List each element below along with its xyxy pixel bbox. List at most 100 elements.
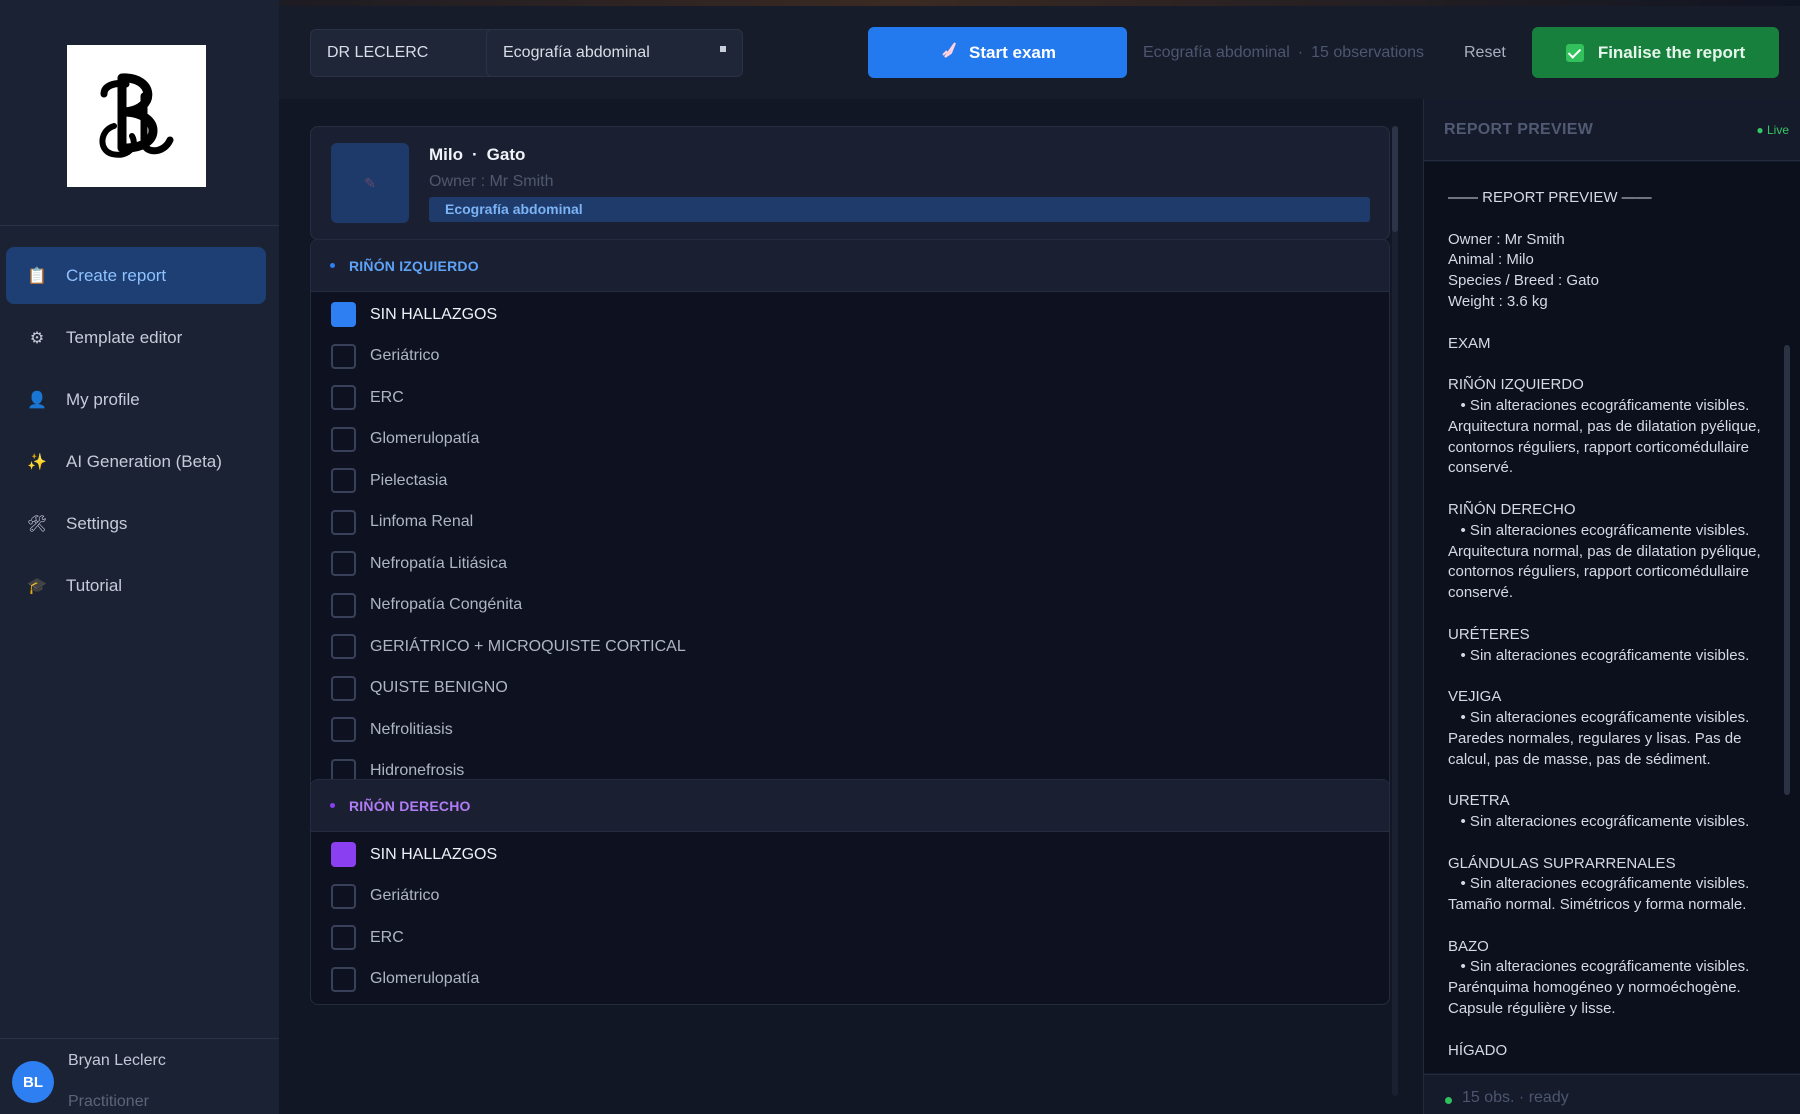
top-toolbar: DR LECLERC Ecografía abdominal Start exa… xyxy=(279,6,1800,99)
user-card[interactable]: BL Bryan Leclerc Practitioner xyxy=(0,1038,279,1114)
preview-title: REPORT PREVIEW xyxy=(1444,121,1594,138)
observation-checkbox[interactable] xyxy=(331,426,356,452)
observations-panel[interactable]: ✎ Milo · Gato Owner : Mr Smith Ecografía a… xyxy=(279,99,1423,1114)
tools-icon: 🛠 xyxy=(26,515,48,533)
rocket-icon xyxy=(939,41,957,64)
gear-icon: ⚙ xyxy=(29,329,45,347)
section-header[interactable]: RIÑÓN DERECHO xyxy=(311,780,1389,832)
observation-label: Nefrolitiasis xyxy=(370,720,453,738)
pet-owner: Owner : Mr Smith xyxy=(429,173,554,190)
observation-item[interactable]: Geriátrico xyxy=(311,876,1389,918)
status-separator: · xyxy=(1297,44,1304,61)
title-separator: · xyxy=(472,145,478,164)
sidebar-item-create-report[interactable]: 📋 Create report xyxy=(6,247,266,304)
sidebar-item-my-profile[interactable]: 👤 My profile xyxy=(6,371,266,428)
observation-checkbox[interactable] xyxy=(331,634,356,660)
preview-body[interactable]: —— REPORT PREVIEW —— Owner : Mr Smith An… xyxy=(1424,162,1800,1073)
user-role: Practitioner xyxy=(68,1093,149,1110)
observation-label: SIN HALLAZGOS xyxy=(370,305,498,323)
report-preview-panel: REPORT PREVIEW ● Live —— REPORT PREVIEW … xyxy=(1423,99,1800,1114)
observation-checkbox[interactable] xyxy=(331,302,356,328)
finalise-report-label: Finalise the report xyxy=(1597,42,1746,62)
exam-select[interactable]: Ecografía abdominal xyxy=(486,29,743,77)
observation-item[interactable]: Linfoma Renal xyxy=(311,502,1389,544)
observation-list: SIN HALLAZGOS Geriátrico ERC Glomerulopatía xyxy=(311,832,1389,1004)
observation-item[interactable]: QUISTE BENIGNO xyxy=(311,668,1389,710)
exam-type-badge: Ecografía abdominal xyxy=(429,197,1370,222)
observation-label: ERC xyxy=(370,928,404,946)
observation-checkbox[interactable] xyxy=(331,842,356,868)
main-scrollbar-track[interactable] xyxy=(1392,126,1398,1096)
sidebar-item-ai-generation-beta[interactable]: ✨ AI Generation (Beta) xyxy=(6,433,266,490)
observation-list: SIN HALLAZGOS Geriátrico ERC Glomerulopatía… xyxy=(311,292,1389,838)
sidebar-item-label: Template editor xyxy=(66,327,183,347)
observation-checkbox[interactable] xyxy=(331,675,356,701)
patient-title: Milo · Gato xyxy=(429,145,525,165)
brand-logo[interactable] xyxy=(67,45,206,187)
observation-label: Geriátrico xyxy=(370,347,440,365)
sidebar-item-template-editor[interactable]: ⚙ Template editor xyxy=(6,309,266,366)
report-preview-text: —— REPORT PREVIEW —— Owner : Mr Smith An… xyxy=(1448,189,1761,1059)
observation-label: Hidronefrosis xyxy=(370,762,465,780)
preview-footer: 15 obs. · ready xyxy=(1424,1074,1800,1114)
observation-item[interactable]: ERC xyxy=(311,377,1389,419)
section-title: RIÑÓN DERECHO xyxy=(349,797,471,814)
sidebar-item-settings[interactable]: 🛠 Settings xyxy=(6,495,266,552)
observation-item[interactable]: ERC xyxy=(311,917,1389,959)
observation-item[interactable]: Glomerulopatía xyxy=(311,419,1389,461)
finalise-report-button[interactable]: Finalise the report xyxy=(1532,27,1779,78)
observation-checkbox[interactable] xyxy=(331,468,356,494)
observation-item[interactable]: Geriátrico xyxy=(311,336,1389,378)
observation-item[interactable]: Pielectasia xyxy=(311,460,1389,502)
section-header[interactable]: RIÑÓN IZQUIERDO xyxy=(311,240,1389,292)
preview-scrollbar-thumb[interactable] xyxy=(1784,345,1790,795)
section-bullet-icon xyxy=(330,263,335,268)
observation-item[interactable]: SIN HALLAZGOS xyxy=(311,834,1389,876)
sidebar-item-label: My profile xyxy=(66,389,140,409)
observation-checkbox[interactable] xyxy=(331,343,356,369)
observation-label: QUISTE BENIGNO xyxy=(370,679,508,697)
pet-species: Gato xyxy=(486,145,526,164)
observation-label: Glomerulopatía xyxy=(370,970,480,988)
avatar[interactable]: BL xyxy=(12,1061,54,1103)
observation-checkbox[interactable] xyxy=(331,551,356,577)
observation-checkbox[interactable] xyxy=(331,966,356,992)
chevron-down-icon xyxy=(720,46,726,52)
sparkles-icon: ✨ xyxy=(27,453,47,471)
start-exam-button[interactable]: Start exam xyxy=(868,27,1127,78)
observation-item[interactable]: Glomerulopatía xyxy=(311,959,1389,1001)
sidebar-item-label: Settings xyxy=(66,513,128,533)
observation-label: GERIÁTRICO + MICROQUISTE CORTICAL xyxy=(370,637,686,655)
observation-checkbox[interactable] xyxy=(331,509,356,535)
observation-checkbox[interactable] xyxy=(331,717,356,743)
observation-item[interactable]: GERIÁTRICO + MICROQUISTE CORTICAL xyxy=(311,626,1389,668)
sidebar-item-label: Tutorial xyxy=(66,575,123,595)
main-scrollbar-thumb[interactable] xyxy=(1392,126,1398,232)
logo-mark-icon xyxy=(99,73,173,158)
observation-item[interactable]: SIN HALLAZGOS xyxy=(311,294,1389,336)
observation-section: RIÑÓN DERECHO SIN HALLAZGOS Geriátrico ERC G… xyxy=(310,779,1390,1005)
observation-item[interactable]: Nefrolitiasis xyxy=(311,709,1389,751)
observation-checkbox[interactable] xyxy=(331,883,356,909)
observation-section: RIÑÓN IZQUIERDO SIN HALLAZGOS Geriátrico ER… xyxy=(310,239,1390,839)
observation-label: Linfoma Renal xyxy=(370,513,474,531)
observation-checkbox[interactable] xyxy=(331,385,356,411)
paw-icon: ✎ xyxy=(364,174,376,191)
observation-label: ERC xyxy=(370,388,404,406)
observation-checkbox[interactable] xyxy=(331,925,356,951)
preview-header: REPORT PREVIEW ● Live xyxy=(1424,99,1800,161)
live-indicator: ● Live xyxy=(1756,123,1789,137)
reset-button[interactable]: Reset xyxy=(1464,44,1506,62)
observation-item[interactable]: Nefropatía Litiásica xyxy=(311,543,1389,585)
doctor-select[interactable]: DR LECLERC xyxy=(310,29,513,77)
observation-label: SIN HALLAZGOS xyxy=(370,845,498,863)
observation-label: Glomerulopatía xyxy=(370,430,480,448)
sidebar-item-tutorial[interactable]: 🎓 Tutorial xyxy=(6,557,266,614)
doctor-select-value: DR LECLERC xyxy=(327,44,429,61)
user-name: Bryan Leclerc xyxy=(68,1052,166,1069)
observation-checkbox[interactable] xyxy=(331,592,356,618)
observation-item[interactable]: Nefropatía Congénita xyxy=(311,585,1389,627)
user-icon: 👤 xyxy=(27,391,47,409)
sidebar: 📋 Create report ⚙ Template editor 👤 My profil… xyxy=(0,0,279,1114)
ready-status-dot xyxy=(1445,1097,1452,1104)
